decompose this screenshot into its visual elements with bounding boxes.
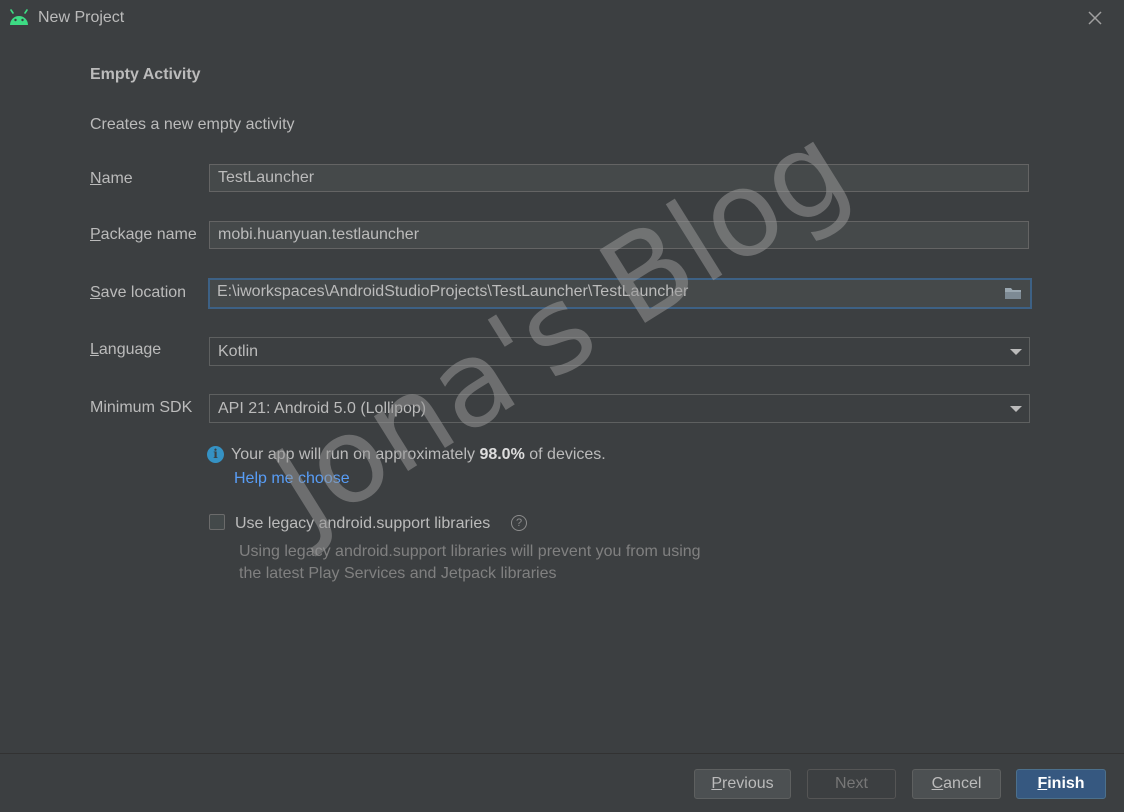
question-help-icon[interactable]: ? <box>511 515 527 531</box>
save-location-field[interactable]: E:\iworkspaces\AndroidStudioProjects\Tes… <box>208 278 1032 309</box>
finish-mnemonic: F <box>1037 775 1048 792</box>
save-location-label-text: ave location <box>100 284 187 301</box>
name-label-text: ame <box>101 170 133 187</box>
device-coverage-text: Your app will run on approximately 98.0%… <box>231 446 606 464</box>
coverage-text-suffix: of devices. <box>524 446 606 463</box>
cancel-mnemonic: C <box>931 775 944 792</box>
previous-label: revious <box>722 775 774 792</box>
template-heading: Empty Activity <box>90 66 201 83</box>
language-label: Language <box>90 341 161 359</box>
window-title: New Project <box>38 9 125 26</box>
new-project-dialog: New Project Empty Activity Creates a new… <box>0 0 1124 812</box>
previous-mnemonic: P <box>711 775 723 792</box>
finish-button[interactable]: Finish <box>1016 769 1106 799</box>
package-name-field[interactable]: mobi.huanyuan.testlauncher <box>209 221 1029 249</box>
template-description: Creates a new empty activity <box>90 116 295 133</box>
finish-label: inish <box>1047 775 1085 792</box>
android-icon <box>10 9 28 25</box>
info-icon: i <box>207 446 224 463</box>
title-bar: New Project <box>0 0 1124 36</box>
cancel-button[interactable]: Cancel <box>912 769 1001 799</box>
save-location-label-mnemonic: S <box>90 284 101 301</box>
legacy-support-checkbox[interactable] <box>209 514 225 530</box>
cancel-label: ancel <box>943 775 982 792</box>
previous-button[interactable]: Previous <box>694 769 791 799</box>
name-field[interactable]: TestLauncher <box>209 164 1029 192</box>
name-label: Name <box>90 170 133 188</box>
folder-icon[interactable] <box>1004 286 1022 300</box>
coverage-text-prefix: Your app will run on approximately <box>231 446 480 463</box>
legacy-note-line-2: the latest Play Services and Jetpack lib… <box>239 565 557 582</box>
save-location-value: E:\iworkspaces\AndroidStudioProjects\Tes… <box>217 283 689 300</box>
package-name-label: Package name <box>90 226 197 244</box>
help-me-choose-link[interactable]: Help me choose <box>234 470 350 488</box>
name-label-mnemonic: N <box>90 170 102 187</box>
language-label-mnemonic: L <box>90 341 99 358</box>
save-location-label: Save location <box>90 284 186 302</box>
legacy-support-note: Using legacy android.support libraries w… <box>239 541 701 585</box>
language-label-text: anguage <box>98 341 162 358</box>
chevron-down-icon <box>1010 349 1022 355</box>
close-icon[interactable] <box>1084 7 1106 29</box>
minimum-sdk-value: API 21: Android 5.0 (Lollipop) <box>218 400 427 417</box>
next-button[interactable]: Next <box>807 769 896 799</box>
chevron-down-icon <box>1010 406 1022 412</box>
legacy-note-line-1: Using legacy android.support libraries w… <box>239 543 701 560</box>
minimum-sdk-label: Minimum SDK <box>90 399 193 416</box>
package-label-mnemonic: P <box>90 226 101 243</box>
language-dropdown[interactable]: Kotlin <box>209 337 1030 366</box>
footer-divider <box>0 753 1124 754</box>
minimum-sdk-dropdown[interactable]: API 21: Android 5.0 (Lollipop) <box>209 394 1030 423</box>
legacy-support-label[interactable]: Use legacy android.support libraries <box>235 515 490 533</box>
package-label-text: ackage name <box>100 226 197 243</box>
language-value: Kotlin <box>218 343 259 360</box>
coverage-percent: 98.0% <box>479 446 525 463</box>
